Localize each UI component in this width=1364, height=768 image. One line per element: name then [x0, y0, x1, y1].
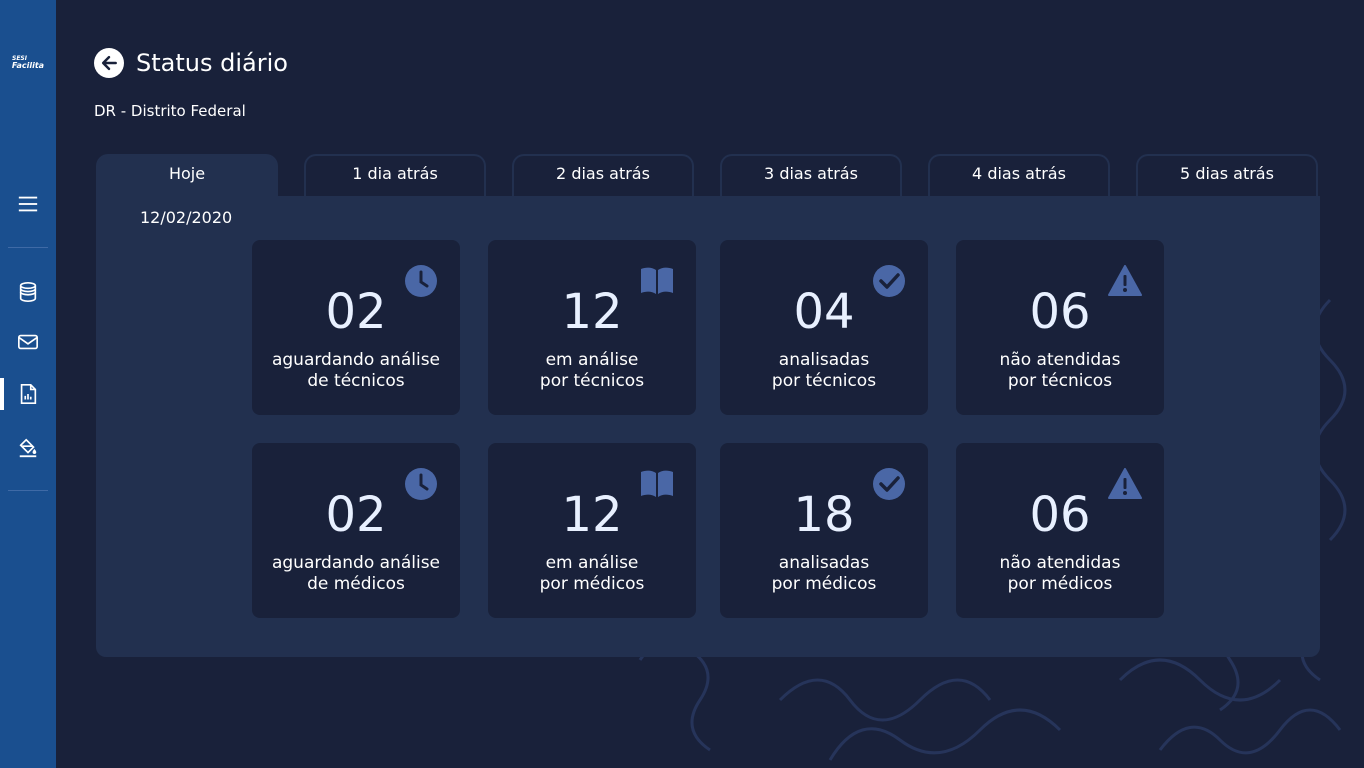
status-card[interactable]: 06 não atendidas por técnicos	[956, 240, 1164, 415]
card-label-line1: em análise	[545, 553, 639, 573]
tab-hoje[interactable]: Hoje	[96, 154, 278, 196]
sidebar-item-theme[interactable]	[0, 428, 56, 468]
card-label: analisadas por técnicos	[720, 350, 928, 392]
status-card[interactable]: 02 aguardando análise de médicos	[252, 443, 460, 618]
sidebar-item-reports[interactable]	[0, 374, 56, 414]
card-value: 12	[561, 284, 623, 340]
tab-4-dias-atras[interactable]: 4 dias atrás	[928, 154, 1110, 196]
card-label: não atendidas por técnicos	[956, 350, 1164, 392]
menu-icon	[18, 196, 38, 212]
tab-2-dias-atras[interactable]: 2 dias atrás	[512, 154, 694, 196]
card-label: não atendidas por médicos	[956, 553, 1164, 595]
card-label-line2: por médicos	[771, 574, 877, 594]
card-label-line2: por médicos	[1007, 574, 1113, 594]
status-card[interactable]: 12 em análise por técnicos	[488, 240, 696, 415]
sidebar-divider	[8, 247, 48, 248]
page-subtitle: DR - Distrito Federal	[94, 102, 246, 120]
card-label-line2: por técnicos	[771, 371, 877, 391]
card-value: 06	[1029, 487, 1091, 543]
card-label-line1: analisadas	[778, 553, 870, 573]
card-label-line2: por médicos	[539, 574, 645, 594]
mail-icon	[18, 334, 38, 350]
status-card[interactable]: 02 aguardando análise de técnicos	[252, 240, 460, 415]
status-card[interactable]: 12 em análise por médicos	[488, 443, 696, 618]
card-label: em análise por técnicos	[488, 350, 696, 392]
tab-5-dias-atras[interactable]: 5 dias atrás	[1136, 154, 1318, 196]
card-value: 06	[1029, 284, 1091, 340]
status-card[interactable]: 04 analisadas por técnicos	[720, 240, 928, 415]
arrow-left-icon	[101, 55, 117, 71]
menu-button[interactable]	[0, 184, 56, 224]
card-value: 02	[325, 487, 387, 543]
database-icon	[19, 282, 37, 302]
card-label-line1: aguardando análise	[271, 350, 441, 370]
sidebar: SESI Facilita	[0, 0, 56, 768]
status-card[interactable]: 18 analisadas por médicos	[720, 443, 928, 618]
page-title: Status diário	[136, 49, 288, 77]
card-label-line1: não atendidas	[999, 553, 1121, 573]
card-label-line2: por técnicos	[539, 371, 645, 391]
report-icon	[20, 384, 37, 404]
card-label-line1: não atendidas	[999, 350, 1121, 370]
card-value: 04	[793, 284, 855, 340]
card-label: aguardando análise de técnicos	[252, 350, 460, 392]
status-date: 12/02/2020	[140, 208, 233, 227]
paint-bucket-icon	[19, 438, 37, 458]
logo-line2: Facilita	[11, 61, 45, 70]
card-label-line2: de médicos	[307, 574, 405, 594]
card-value: 02	[325, 284, 387, 340]
card-label-line1: analisadas	[778, 350, 870, 370]
app-logo[interactable]: SESI Facilita	[8, 56, 48, 70]
sidebar-divider	[8, 490, 48, 491]
sidebar-item-database[interactable]	[0, 272, 56, 312]
tab-3-dias-atras[interactable]: 3 dias atrás	[720, 154, 902, 196]
card-label: em análise por médicos	[488, 553, 696, 595]
back-button[interactable]	[94, 48, 124, 78]
card-label-line2: por técnicos	[1007, 371, 1113, 391]
card-label-line1: em análise	[545, 350, 639, 370]
card-label: aguardando análise de médicos	[252, 553, 460, 595]
page-header: Status diário	[94, 48, 288, 78]
status-card[interactable]: 06 não atendidas por médicos	[956, 443, 1164, 618]
card-label-line2: de técnicos	[307, 371, 405, 391]
card-value: 18	[793, 487, 855, 543]
tab-1-dia-atras[interactable]: 1 dia atrás	[304, 154, 486, 196]
card-value: 12	[561, 487, 623, 543]
card-label-line1: aguardando análise	[271, 553, 441, 573]
sidebar-item-mail[interactable]	[0, 322, 56, 362]
card-label: analisadas por médicos	[720, 553, 928, 595]
